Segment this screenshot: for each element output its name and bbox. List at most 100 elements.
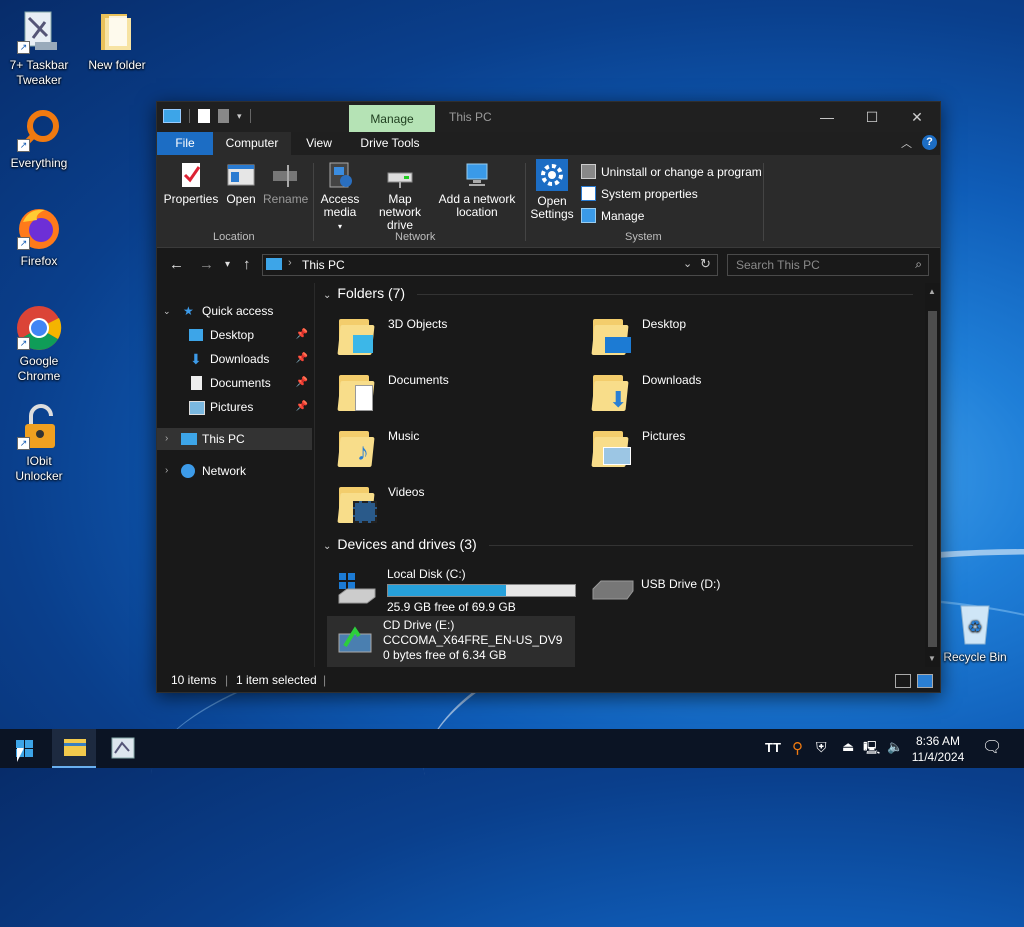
nav-quick-access[interactable]: ⌄ ★ Quick access [157,300,312,322]
nav-documents[interactable]: Documents 📌 [157,372,312,394]
nav-desktop[interactable]: Desktop 📌 [157,324,312,346]
scrollbar-thumb[interactable] [928,311,937,647]
folder-music-icon: ♪ [337,427,377,467]
folder-videos[interactable]: Videos [317,479,557,529]
rename-button[interactable]: Rename [263,155,309,206]
tab-view[interactable]: View [297,132,341,155]
button-label: Map network drive [378,192,422,232]
manage-button[interactable]: Manage [581,208,644,223]
text-size-icon[interactable]: TT [765,740,781,779]
desktop-icon-chrome[interactable]: ↗ Google Chrome [1,304,77,384]
large-icons-view-icon[interactable] [917,674,933,688]
desktop-icon-recycle-bin[interactable]: ♻ Recycle Bin [937,600,1013,665]
uninstall-program-button[interactable]: Uninstall or change a program [581,164,762,179]
map-network-drive-button[interactable]: Map network drive [363,155,437,232]
folder-pictures[interactable]: Pictures [571,423,811,473]
taskbar-file-explorer[interactable] [52,729,96,768]
documents-icon [191,376,202,390]
folder-name: 3D Objects [388,317,448,331]
folder-3d-objects[interactable]: 3D Objects [317,311,557,361]
recent-locations-button[interactable]: ▾ [225,259,230,270]
open-button[interactable]: Open [221,155,261,206]
title-bar[interactable]: ▾ Manage This PC — ☐ ✕ [157,102,940,132]
minimize-button[interactable]: — [804,102,850,132]
network-status-icon[interactable]: 🖳 [863,739,880,778]
drive-e[interactable]: CD Drive (E:) CCCOMA_X64FRE_EN-US_DV9 0 … [327,616,575,667]
taskbar-app-tweaker[interactable] [100,729,144,768]
up-button[interactable]: ↑ [243,256,251,273]
drive-d[interactable]: USB Drive (D:) [585,563,835,613]
navigation-pane: ⌄ ★ Quick access Desktop 📌 ⬇ Downloads 📌… [157,283,314,667]
star-icon: ★ [183,304,194,318]
nav-downloads[interactable]: ⬇ Downloads 📌 [157,348,312,370]
breadcrumb-this-pc[interactable]: This PC [302,258,345,272]
rename-icon [271,161,299,189]
desktop-icon-iobit-unlocker[interactable]: ↗ IObit Unlocker [1,404,77,484]
nav-label: Desktop [210,328,255,342]
folders-section-header[interactable]: ⌄ Folders (7) [323,285,405,301]
system-properties-button[interactable]: System properties [581,186,698,201]
nav-label: Documents [210,376,271,390]
open-settings-button[interactable]: Open Settings [529,155,575,221]
back-button[interactable]: ← [169,256,184,273]
qat-dropdown-icon[interactable]: ▾ [237,111,242,122]
clock[interactable]: 8:36 AM 11/4/2024 [906,733,970,765]
add-network-location-button[interactable]: Add a network location [437,155,517,219]
expand-chevron-icon[interactable]: › [165,428,168,450]
desktop-icon-new-folder[interactable]: New folder [79,8,155,73]
download-arrow-icon: ⬇ [190,351,202,367]
drive-name: Local Disk (C:) [387,567,466,581]
properties-qat-icon[interactable] [198,109,210,123]
drive-c[interactable]: Local Disk (C:) 25.9 GB free of 69.9 GB [331,563,581,614]
security-shield-icon[interactable]: ⛨ [816,739,827,778]
search-box[interactable]: Search This PC ⌕ [727,254,929,276]
new-folder-qat-icon[interactable] [218,109,229,123]
folder-documents[interactable]: Documents [317,367,557,417]
desktop-icon [189,329,203,341]
button-label: Rename [263,192,309,206]
access-media-button[interactable]: Access media ▾ [319,155,361,233]
folder-music[interactable]: ♪ Music [317,423,557,473]
context-tab-manage[interactable]: Manage [349,105,435,132]
properties-button[interactable]: Properties [163,155,219,206]
collapse-ribbon-icon[interactable]: ︿ [901,135,912,151]
forward-button[interactable]: → [199,256,214,273]
uninstall-icon [581,164,596,179]
desktop-icon-everything[interactable]: ↗ Everything [1,106,77,171]
folder-downloads[interactable]: ⬇ Downloads [571,367,811,417]
folder-icon [93,8,141,56]
start-button[interactable] [2,729,46,768]
address-dropdown-icon[interactable]: ⌄ [683,257,692,270]
maximize-button[interactable]: ☐ [849,102,895,132]
nav-network[interactable]: › Network [157,460,312,482]
nav-this-pc[interactable]: › This PC [157,428,312,450]
expand-chevron-icon[interactable]: ⌄ [163,300,171,322]
drives-section-header[interactable]: ⌄ Devices and drives (3) [323,536,477,552]
scroll-down-icon[interactable]: ▼ [928,654,936,663]
refresh-icon[interactable]: ↻ [700,256,711,272]
button-label: Access media [320,192,360,219]
folder-desktop[interactable]: Desktop [571,311,811,361]
vertical-scrollbar[interactable]: ▲ ▼ [925,283,940,667]
folder-desktop-icon [591,315,631,355]
tab-drive-tools[interactable]: Drive Tools [353,132,427,155]
file-explorer-window: ▾ Manage This PC — ☐ ✕ File Computer Vie… [156,101,941,693]
svg-text:♻: ♻ [968,619,982,636]
tab-file[interactable]: File [157,132,213,155]
scroll-up-icon[interactable]: ▲ [928,287,936,296]
expand-chevron-icon[interactable]: › [165,460,168,482]
desktop-icon-firefox[interactable]: ↗ Firefox [1,204,77,269]
details-view-icon[interactable] [895,674,911,688]
settings-gear-icon [536,159,568,191]
usb-eject-icon[interactable]: ⏏ [842,739,854,778]
help-icon[interactable]: ? [922,135,937,150]
address-bar[interactable]: › This PC ⌄ ↻ [262,254,718,276]
desktop-icon-taskbar-tweaker[interactable]: ↗ 7+ Taskbar Tweaker [1,8,77,88]
close-button[interactable]: ✕ [894,102,940,132]
nav-pictures[interactable]: Pictures 📌 [157,396,312,418]
notifications-icon[interactable]: 🗨 [982,737,1002,776]
volume-muted-icon[interactable]: 🔈 [887,739,903,778]
tab-computer[interactable]: Computer [213,132,291,155]
everything-tray-icon[interactable]: ⚲ [792,739,803,778]
content-pane: ⌄ Folders (7) 3D Objects Desktop Document… [317,283,925,667]
